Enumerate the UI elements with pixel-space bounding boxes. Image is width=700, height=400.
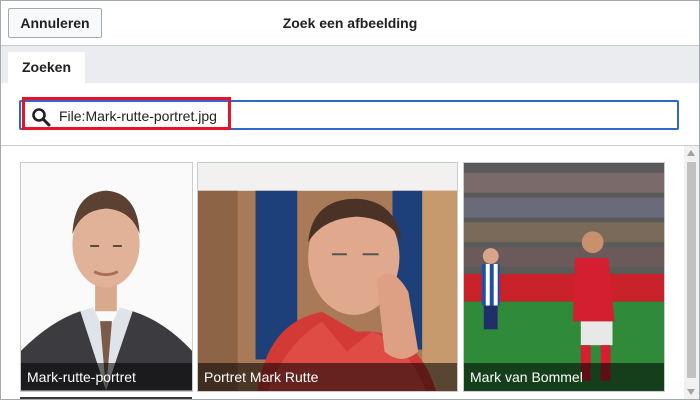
scrollbar-thumb[interactable] (687, 162, 696, 378)
scroll-up-arrow-icon[interactable] (687, 150, 695, 156)
dialog-title: Zoek een afbeelding (282, 15, 418, 31)
result-tile[interactable]: Portret Mark Rutte (197, 162, 458, 392)
results-scrollbar[interactable] (684, 146, 699, 399)
tab-search[interactable]: Zoeken (8, 52, 85, 83)
result-image (198, 163, 457, 391)
dialog-header: Annuleren Zoek een afbeelding (1, 1, 699, 46)
search-field[interactable] (19, 100, 679, 130)
result-tile[interactable]: Mark van Bommel (463, 162, 665, 392)
search-icon (32, 108, 51, 127)
image-search-dialog: Annuleren Zoek een afbeelding Zoeken Fil… (0, 0, 700, 400)
result-caption: Mark-rutte-portret (21, 363, 192, 391)
result-image (21, 163, 192, 391)
result-caption: Portret Mark Rutte (198, 363, 457, 391)
scroll-down-arrow-icon[interactable] (687, 389, 695, 395)
result-tile[interactable]: Mark-rutte-portret (20, 162, 193, 392)
search-input[interactable] (59, 106, 659, 126)
next-row-tile (20, 397, 192, 399)
result-caption: Mark van Bommel (464, 363, 664, 391)
tab-bar: Zoeken (1, 46, 699, 83)
results-grid: Mark-rutte-portret Portret Mark Rutte Ma… (1, 146, 683, 399)
search-area (1, 83, 699, 146)
result-image (464, 163, 664, 391)
